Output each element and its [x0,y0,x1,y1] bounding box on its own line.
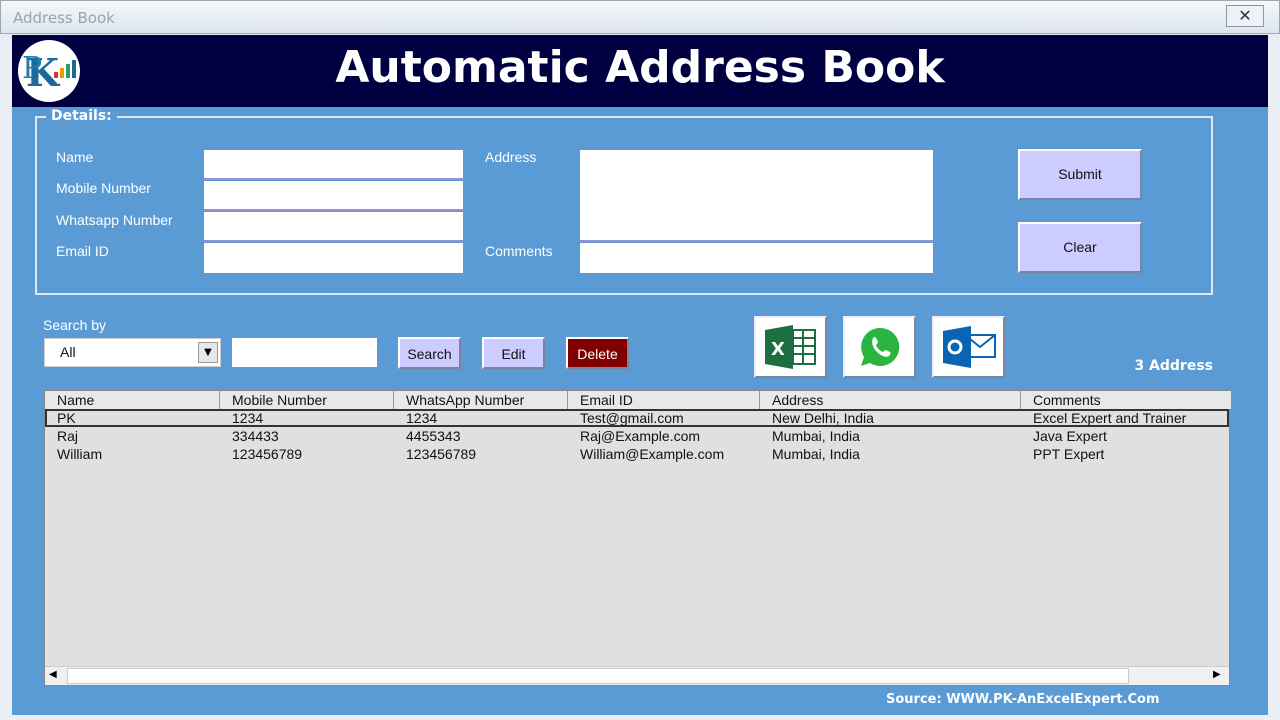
whatsapp-input[interactable] [204,212,463,242]
table-cell: 334433 [232,428,279,444]
table-cell: Mumbai, India [772,446,860,462]
table-cell: New Delhi, India [772,410,874,426]
table-row[interactable]: William 123456789 123456789 William@Example… [45,445,1229,463]
whatsapp-label: Whatsapp Number [56,212,173,228]
table-cell: 123456789 [232,446,303,462]
svg-text:X: X [771,339,785,360]
table-cell: Mumbai, India [772,428,860,444]
table-cell: Excel Expert and Trainer [1033,410,1187,426]
chevron-down-icon[interactable]: ▼ [198,342,218,363]
whatsapp-button[interactable] [843,316,916,378]
table-cell: PPT Expert [1033,446,1105,462]
column-header-whatsapp[interactable]: WhatsApp Number [394,391,568,409]
address-label: Address [485,149,537,165]
comments-label: Comments [485,243,553,259]
search-by-value: All [60,344,76,360]
title-bar: Address Book [0,0,1280,34]
table-row[interactable]: PK 1234 1234 Test@gmail.com New Delhi, India… [45,409,1229,427]
table-cell: William [57,446,103,462]
outlook-button[interactable] [932,316,1005,378]
address-list[interactable]: Name Mobile Number WhatsApp Number Email… [44,390,1231,686]
excel-icon: X [764,325,816,369]
table-cell: 123456789 [406,446,477,462]
search-by-select[interactable]: All ▼ [44,338,221,367]
edit-button[interactable]: Edit [482,337,545,369]
table-cell: Raj [57,428,79,444]
scrollbar-thumb[interactable] [67,668,1129,684]
name-input[interactable] [204,150,463,180]
window-title: Address Book [13,9,115,27]
table-cell: 1234 [406,410,438,426]
column-header-email[interactable]: Email ID [568,391,760,409]
table-row[interactable]: Raj 334433 4455343 Raj@Example.com Mumbai, I… [45,427,1229,445]
name-label: Name [56,149,94,165]
table-cell: 1234 [232,410,264,426]
email-label: Email ID [56,243,109,259]
mobile-input[interactable] [204,181,463,211]
delete-button[interactable]: Delete [566,337,629,369]
search-button[interactable]: Search [398,337,461,369]
table-cell: PK [57,410,76,426]
table-cell: Test@gmail.com [580,410,684,426]
address-count: 3 Address [1134,358,1213,374]
source-footer: Source: WWW.PK-AnExcelExpert.Com [886,692,1160,707]
table-cell: 4455343 [406,428,461,444]
table-cell: William@Example.com [580,446,725,462]
whatsapp-icon [860,327,899,366]
details-legend: Details: [46,108,117,124]
mobile-label: Mobile Number [56,180,151,196]
column-header-mobile[interactable]: Mobile Number [220,391,394,409]
comments-input[interactable] [580,243,933,273]
scroll-right-icon[interactable]: ▶ [1213,669,1221,680]
scroll-left-icon[interactable]: ◀ [49,669,57,680]
page-title: Automatic Address Book [335,42,945,93]
column-header-name[interactable]: Name [45,391,220,409]
submit-button[interactable]: Submit [1018,149,1142,200]
column-header-address[interactable]: Address [760,391,1021,409]
table-cell: Raj@Example.com [580,428,701,444]
email-input[interactable] [204,243,463,273]
search-input[interactable] [232,338,377,367]
address-input[interactable] [580,150,933,242]
clear-button[interactable]: Clear [1018,222,1142,273]
table-cell: Java Expert [1033,428,1107,444]
export-excel-button[interactable]: X [754,316,827,378]
horizontal-scrollbar[interactable]: ◀ ▶ [45,666,1229,685]
close-button[interactable]: ✕ [1226,5,1264,27]
outlook-icon [942,326,996,368]
search-by-label: Search by [43,317,107,333]
column-header-comments[interactable]: Comments [1021,391,1231,409]
